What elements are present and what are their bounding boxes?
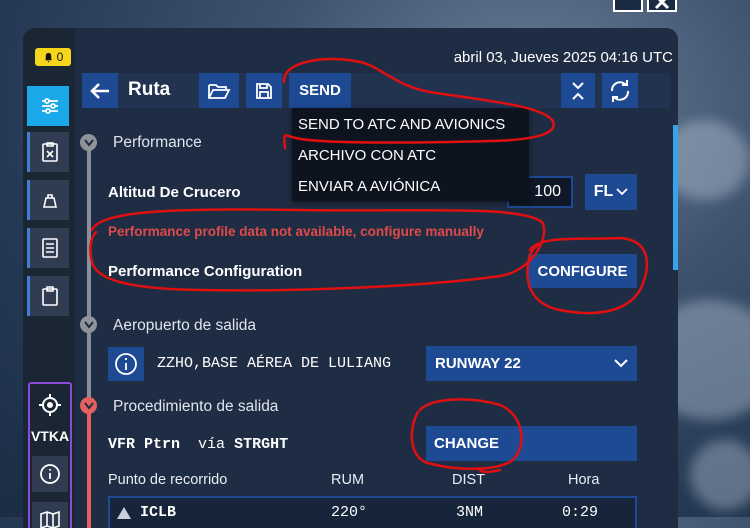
procedure-line: VFR Ptrn vía STRGHT	[108, 436, 288, 453]
vtka-label: VTKA	[30, 428, 70, 444]
alert-badge[interactable]: 0	[35, 48, 71, 66]
table-row[interactable]: ICLB 220° 3NM 0:29	[108, 496, 637, 528]
section-title-performance: Performance	[113, 134, 202, 151]
vtka-info-button[interactable]	[32, 456, 68, 492]
col-header-rum: RUM	[331, 472, 365, 488]
vtka-panel: VTKA	[28, 382, 72, 528]
clipboard-icon	[41, 286, 58, 306]
toolbar: Ruta SEND	[82, 73, 670, 108]
menu-item-send-atc-avionics[interactable]: SEND TO ATC AND AVIONICS	[298, 116, 505, 133]
waypoint-name: ICLB	[140, 504, 177, 521]
timeline-line-active	[87, 400, 91, 528]
checklist-icon	[41, 142, 58, 162]
sidebar-item-checklist[interactable]	[27, 132, 69, 172]
datetime: abril 03, Jueves 2025 04:16 UTC	[453, 49, 673, 66]
chevron-down-icon	[83, 320, 94, 329]
target-icon	[39, 394, 61, 416]
section-toggle-performance[interactable]	[80, 134, 97, 151]
send-button[interactable]: SEND	[289, 73, 351, 108]
scrollbar[interactable]	[673, 125, 678, 270]
save-button[interactable]	[246, 73, 282, 108]
alert-count: 0	[56, 50, 64, 64]
waypoint-rum: 220°	[331, 504, 368, 521]
close-button[interactable]	[647, 0, 677, 12]
sliders-icon	[41, 98, 58, 114]
refresh-button[interactable]	[602, 73, 638, 108]
chevron-down-icon	[614, 359, 628, 368]
performance-config-label: Performance Configuration	[108, 263, 303, 280]
section-toggle-departure-procedure[interactable]	[80, 397, 97, 414]
cruise-unit-select[interactable]: FL	[585, 174, 637, 210]
chevron-down-icon	[616, 188, 628, 196]
vtka-map-button[interactable]	[32, 502, 68, 528]
waypoint-dist: 3NM	[456, 504, 484, 521]
collapse-button[interactable]	[561, 73, 595, 108]
refresh-icon	[610, 79, 630, 102]
map-icon	[40, 510, 60, 528]
sidebar: 0 VTKA	[23, 28, 75, 528]
collapse-icon	[572, 81, 584, 100]
change-procedure-button[interactable]: CHANGE	[426, 426, 637, 461]
page-title: Ruta	[128, 79, 171, 100]
vtka-target-button[interactable]	[30, 388, 70, 422]
folder-open-icon	[208, 83, 231, 99]
cruise-altitude-label: Altitud De Crucero	[108, 184, 241, 201]
col-header-waypoint: Punto de recorrido	[108, 472, 228, 488]
menu-item-send-to-avionics[interactable]: ENVIAR A AVIÓNICA	[298, 178, 440, 195]
section-toggle-departure-airport[interactable]	[80, 316, 97, 333]
sidebar-item-clipboard[interactable]	[27, 276, 69, 316]
col-header-time: Hora	[568, 472, 600, 488]
sidebar-item-weight[interactable]	[27, 180, 69, 220]
sidebar-item-route[interactable]	[27, 86, 69, 126]
runway-select[interactable]: RUNWAY 22	[426, 346, 637, 381]
info-icon	[40, 464, 60, 484]
procedure-name: VFR Ptrn	[108, 436, 181, 453]
section-title-departure-procedure: Procedimiento de salida	[113, 398, 279, 415]
close-icon	[654, 0, 670, 10]
route-content: abril 03, Jueves 2025 04:16 UTC Ruta SEN…	[75, 28, 678, 528]
send-menu: SEND TO ATC AND AVIONICS ARCHIVO CON ATC…	[292, 108, 529, 201]
waypoint-triangle-icon	[117, 507, 131, 519]
via-value: STRGHT	[234, 436, 289, 453]
via-label: vía	[198, 436, 226, 453]
cruise-unit-value: FL	[593, 183, 614, 200]
open-button[interactable]	[199, 73, 239, 108]
col-header-dist: DIST	[452, 472, 486, 488]
chevron-down-icon	[83, 401, 94, 410]
weight-icon	[42, 194, 57, 208]
runway-value: RUNWAY 22	[435, 355, 521, 372]
chevron-down-icon	[83, 138, 94, 147]
waypoint-time: 0:29	[562, 504, 599, 521]
restore-button[interactable]	[613, 0, 643, 12]
airport-info-button[interactable]	[108, 347, 144, 381]
arrow-left-icon	[90, 82, 109, 99]
performance-error: Performance profile data not available, …	[108, 224, 484, 239]
save-icon	[256, 82, 272, 99]
bell-icon	[44, 52, 52, 63]
departure-airport-name: ZZHO,BASE AÉREA DE LULIANG	[157, 355, 392, 372]
route-panel: 0 VTKA abril 03, Jueves 2025 04:16 UTC R…	[23, 28, 678, 528]
info-icon	[115, 353, 137, 375]
section-title-departure-airport: Aeropuerto de salida	[113, 317, 257, 334]
configure-button[interactable]: CONFIGURE	[528, 254, 637, 288]
sidebar-item-notes[interactable]	[27, 228, 69, 268]
back-button[interactable]	[82, 73, 118, 108]
waypoint-table-header: Punto de recorrido RUM DIST Hora	[108, 472, 637, 492]
book-icon	[41, 238, 58, 258]
menu-item-file-with-atc[interactable]: ARCHIVO CON ATC	[298, 147, 436, 164]
